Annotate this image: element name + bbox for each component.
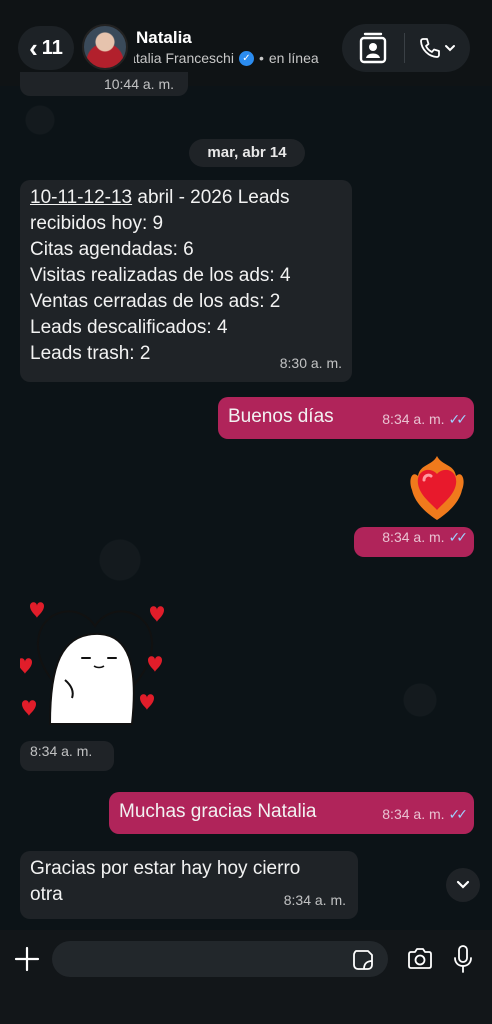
contact-status: en línea <box>268 50 319 66</box>
header-actions <box>342 24 470 72</box>
chevron-down-icon <box>456 880 470 889</box>
message-time: 8:34 a. m. <box>382 529 445 545</box>
camera-icon[interactable] <box>406 946 434 972</box>
incoming-message-report[interactable]: 10-11-12-13 abril - 2026 Leads recibidos… <box>20 180 352 382</box>
outgoing-message-muchas-gracias[interactable]: Muchas gracias Natalia 8:34 a. m. ✓✓ <box>109 792 474 834</box>
read-ticks-icon: ✓✓ <box>448 806 469 822</box>
read-ticks-icon: ✓✓ <box>448 411 469 427</box>
contact-name[interactable]: Natalia <box>136 28 192 48</box>
message-text-line-1: Gracias por estar hay hoy cierro <box>30 858 301 879</box>
report-line-2: recibidos hoy: 9 <box>30 213 164 234</box>
back-button[interactable]: ‹ 11 <box>18 26 74 70</box>
contact-subtitle: Natalia Franceschi ✓ • en línea <box>118 50 319 66</box>
message-time: 8:34 a. m. <box>30 743 93 759</box>
outgoing-message-buenos-dias[interactable]: Buenos días 8:34 a. m. ✓✓ <box>218 397 474 439</box>
chevron-left-icon: ‹ <box>29 33 38 63</box>
microphone-icon[interactable] <box>452 944 474 974</box>
message-input[interactable] <box>52 941 388 977</box>
chevron-down-icon <box>445 45 455 52</box>
report-line-1: 10-11-12-13 abril - 2026 Leads <box>30 185 342 211</box>
message-time: 8:34 a. m. <box>382 806 445 822</box>
read-ticks-icon: ✓✓ <box>448 529 469 545</box>
report-line-5: Ventas cerradas de los ads: 2 <box>30 291 281 312</box>
message-time: 10:44 a. m. <box>103 76 174 92</box>
report-dates: 10-11-12-13 <box>30 187 133 208</box>
unread-count: 11 <box>41 36 63 59</box>
outgoing-message-heart-time[interactable]: 8:34 a. m. ✓✓ <box>354 527 474 557</box>
message-time: 8:34 a. m. <box>283 892 346 908</box>
scroll-to-bottom-button[interactable] <box>446 868 480 902</box>
message-time: 8:34 a. m. <box>382 411 445 427</box>
report-line-6: Leads descalificados: 4 <box>30 317 228 338</box>
previous-message: 10:44 a. m. <box>20 72 188 96</box>
report-line-4: Visitas realizadas de los ads: 4 <box>30 265 291 286</box>
call-button[interactable] <box>405 24 469 72</box>
plus-icon[interactable] <box>14 946 40 972</box>
message-time-wrap: 8:34 a. m. ✓✓ <box>382 801 469 827</box>
message-text: Buenos días <box>228 406 334 427</box>
heart-sticker-icon[interactable] <box>20 598 170 730</box>
phone-icon <box>420 38 440 58</box>
avatar[interactable] <box>82 24 128 70</box>
verified-badge-icon: ✓ <box>238 50 254 66</box>
contact-card-icon <box>359 32 387 64</box>
message-time-wrap: 8:34 a. m. ✓✓ <box>382 524 469 550</box>
report-line-1-rest: abril - 2026 Leads <box>132 187 290 208</box>
date-divider: mar, abr 14 <box>189 139 305 167</box>
contact-full-name: Natalia Franceschi <box>118 50 234 66</box>
incoming-message-sticker-time[interactable]: 8:34 a. m. <box>20 741 114 771</box>
message-time: 8:30 a. m. <box>279 355 342 371</box>
message-text: Muchas gracias Natalia <box>119 801 317 822</box>
report-line-3: Citas agendadas: 6 <box>30 239 194 260</box>
message-time-wrap: 8:34 a. m. ✓✓ <box>382 406 469 432</box>
sticker-icon[interactable] <box>352 949 374 971</box>
contact-card-button[interactable] <box>342 24 404 72</box>
status-separator: • <box>258 50 264 66</box>
incoming-message-gracias[interactable]: Gracias por estar hay hoy cierro otra 8:… <box>20 851 358 919</box>
heart-on-fire-icon[interactable] <box>404 452 470 522</box>
